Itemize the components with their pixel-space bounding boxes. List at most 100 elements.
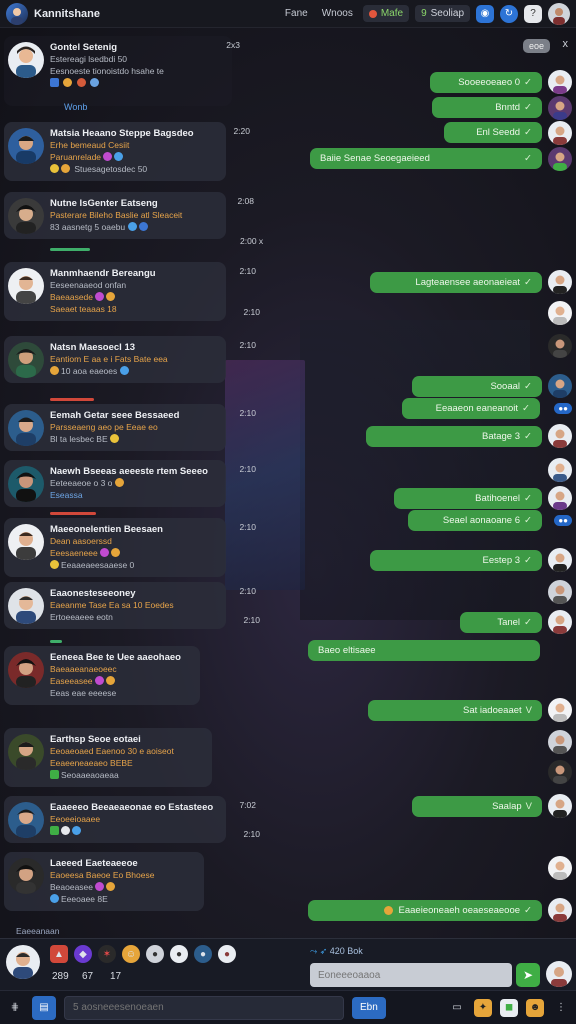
message-input[interactable]	[64, 995, 344, 1020]
incoming-message[interactable]: Natsn Maesoecl 13 Eantiom E aa e i Fats …	[4, 336, 256, 383]
nav-link-wnoos[interactable]: Wnoos	[318, 6, 357, 21]
outgoing-message[interactable]: Seael aonaoane 6 ✓	[408, 510, 542, 531]
message-line: Eeesaeneee	[50, 547, 220, 559]
message-line: Erhe bemeaud Cesiit	[50, 140, 130, 150]
emoji-icon	[114, 478, 124, 487]
outgoing-message[interactable]: Baiie Senae Seoegaeieed ✓	[310, 148, 542, 169]
document-icon[interactable]: ▤	[32, 995, 56, 1020]
incoming-message[interactable]: Manmhaendr Bereangu Eeseenaaeod onfan Ba…	[4, 262, 260, 321]
contact-avatar[interactable]	[548, 580, 572, 604]
outgoing-message[interactable]: Sooaal ✓	[412, 376, 542, 397]
sender-avatar[interactable]	[8, 524, 44, 560]
my-avatar[interactable]	[6, 945, 40, 979]
incoming-message[interactable]: Eaaeeeo Beeaeaeonae eo Estasteeo Eeoeeio…	[4, 796, 260, 843]
room-tag[interactable]: eoe	[522, 39, 550, 53]
sender-avatar[interactable]	[8, 128, 44, 164]
outgoing-message[interactable]: Saalap V	[412, 796, 542, 817]
status-chip[interactable]: Mafe	[362, 5, 410, 22]
action-button[interactable]: Ebn	[352, 996, 386, 1019]
gif-icon[interactable]: ✦	[474, 998, 492, 1017]
own-avatar[interactable]	[548, 121, 572, 145]
close-icon[interactable]: x	[563, 38, 569, 50]
app-avatar[interactable]	[6, 2, 28, 25]
outgoing-message[interactable]: Batihoenel ✓	[394, 488, 542, 509]
friend-icon[interactable]: ●	[194, 945, 212, 963]
own-avatar[interactable]	[548, 270, 572, 294]
incoming-message[interactable]: Naewh Bseeas aeeeste rtem Seeeo Eeteeaeo…	[4, 460, 256, 507]
user-avatar[interactable]	[548, 2, 570, 25]
settings-chip[interactable]: 9 Seoliap	[415, 5, 470, 22]
game-icon[interactable]: ◆	[74, 945, 92, 963]
outgoing-message[interactable]: Batage 3 ✓	[366, 426, 542, 447]
contact-avatar[interactable]	[548, 856, 572, 880]
sender-avatar[interactable]	[8, 588, 44, 624]
notifications-icon[interactable]: ◉	[476, 4, 494, 23]
nav-link-fane[interactable]: Fane	[281, 6, 312, 21]
own-avatar[interactable]	[548, 70, 572, 94]
outgoing-message[interactable]: Sat iadoeaaet V	[368, 700, 542, 721]
own-avatar[interactable]	[548, 374, 572, 398]
sender-avatar[interactable]	[8, 466, 44, 502]
outgoing-message[interactable]: Bnntd ✓	[432, 97, 542, 118]
skull-icon[interactable]: ✶	[98, 945, 116, 963]
room-link[interactable]: Wonb	[64, 102, 87, 112]
own-avatar[interactable]	[548, 898, 572, 922]
emoji-picker-icon[interactable]: ☻	[526, 998, 544, 1017]
sender-avatar[interactable]	[8, 652, 44, 688]
incoming-message[interactable]: Eemah Getar seee Bessaeed Parsseaeng aeo…	[4, 404, 256, 451]
sender-avatar[interactable]	[8, 858, 44, 894]
own-avatar[interactable]	[548, 96, 572, 120]
sticker-icon[interactable]: ◼	[500, 998, 518, 1017]
help-icon[interactable]: ?	[524, 4, 542, 23]
menu-icon[interactable]: ⋕	[6, 999, 24, 1017]
contact-avatar[interactable]	[548, 760, 572, 784]
own-avatar[interactable]	[548, 698, 572, 722]
own-avatar[interactable]	[548, 424, 572, 448]
own-avatar[interactable]	[548, 548, 572, 572]
room-avatar[interactable]	[8, 42, 44, 78]
contact-avatar[interactable]	[548, 458, 572, 482]
outgoing-message[interactable]: Eestep 3 ✓	[370, 550, 542, 571]
profile-avatar[interactable]	[546, 961, 572, 987]
own-avatar[interactable]	[548, 486, 572, 510]
outgoing-message[interactable]: Eaaeieoneaeh oeaeseaeooe ✓	[308, 900, 542, 921]
contact-avatar[interactable]	[548, 301, 572, 325]
sender-avatar[interactable]	[8, 734, 44, 770]
image-icon[interactable]: ▭	[448, 999, 466, 1017]
outgoing-message[interactable]: Lagteaensee aeonaeieat ✓	[370, 272, 542, 293]
outgoing-message[interactable]: Tanel ✓	[460, 612, 542, 633]
friend-icon[interactable]: ●	[146, 945, 164, 963]
contact-avatar[interactable]	[548, 334, 572, 358]
incoming-message[interactable]: Maeeonelentien Beesaen Dean aasoerssd Ee…	[4, 518, 256, 577]
sender-avatar[interactable]	[8, 342, 44, 378]
sender-avatar[interactable]	[8, 268, 44, 304]
own-avatar[interactable]	[548, 147, 572, 171]
smile-icon[interactable]: ☺	[122, 945, 140, 963]
send-button[interactable]: ➤	[516, 963, 540, 987]
friend-icon[interactable]: ●	[218, 945, 236, 963]
fire-icon[interactable]: ▲	[50, 945, 68, 963]
outgoing-message[interactable]: Sooeeoeaeo 0 ✓	[430, 72, 542, 93]
room-header-card[interactable]: Gontel Setenig Estereagi lsedbdi 50 Eesn…	[4, 36, 240, 106]
outgoing-message[interactable]: Eeaaeon eaneanoit ✓	[402, 398, 540, 419]
sender-avatar[interactable]	[8, 410, 44, 446]
sender-avatar[interactable]	[8, 198, 44, 234]
incoming-message[interactable]: Nutne IsGenter Eatseng Pasterare Bileho …	[4, 192, 254, 239]
message-line: Ertoeeaeee eotn	[50, 612, 113, 622]
contact-avatar[interactable]	[548, 730, 572, 754]
message-stream[interactable]: Gontel Setenig Estereagi lsedbdi 50 Eesn…	[0, 30, 576, 938]
outgoing-message[interactable]: Baeo eltisaee	[308, 640, 540, 661]
incoming-message[interactable]: Matsia Heaano Steppe Bagsdeo Erhe bemeau…	[4, 122, 250, 181]
own-avatar[interactable]	[548, 794, 572, 818]
incoming-message[interactable]: Laeeed Eaeteaeeoe Eaoeesa Baeoe Eo Bhoes…	[4, 852, 204, 911]
outgoing-message[interactable]: Enl Seedd ✓	[444, 122, 542, 143]
incoming-message[interactable]: Earthsp Seoe eotaei Eeoaeoaed Eaenoo 30 …	[4, 728, 212, 787]
search-input[interactable]	[310, 963, 512, 987]
more-icon[interactable]: ⋮	[552, 999, 570, 1017]
sender-avatar[interactable]	[8, 802, 44, 838]
incoming-message[interactable]: Eaaonesteseeoney Eaeanme Tase Ea sa 10 E…	[4, 582, 260, 629]
own-avatar[interactable]	[548, 610, 572, 634]
incoming-message[interactable]: Eeneea Bee te Uee aaeohaeo Baeaaeanaeoee…	[4, 646, 200, 705]
refresh-icon[interactable]: ↻	[500, 4, 518, 23]
friend-icon[interactable]: ●	[170, 945, 188, 963]
